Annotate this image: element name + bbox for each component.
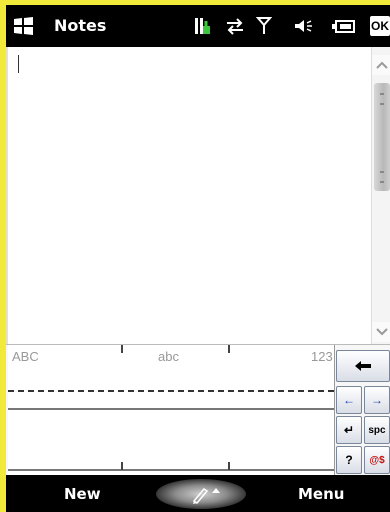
arrow-left-icon: ← [343,393,355,407]
help-key-label: ? [345,453,353,467]
vertical-scrollbar[interactable] [371,47,390,344]
cursor-right-key[interactable]: → [364,386,390,414]
enter-icon: ↵ [343,423,355,437]
baseline-upper [8,408,334,410]
writing-guide-line [8,390,334,392]
help-key[interactable]: ? [336,446,362,474]
backspace-icon [355,361,371,371]
zone-divider [228,462,230,470]
enter-key[interactable]: ↵ [336,416,362,444]
arrow-right-icon: → [371,393,383,407]
space-key-label: spc [368,424,386,436]
thumb-grip-top [380,93,384,105]
scroll-up-button[interactable] [372,55,390,75]
pen-input-icon [192,488,220,504]
zone-label-upper: ABC [12,349,39,364]
data-sync-icon[interactable] [224,15,246,37]
symbols-key-label: @$ [369,454,385,466]
note-editor[interactable] [6,47,390,344]
signal-icon[interactable] [255,15,273,37]
softkey-bar: New Menu [6,475,390,512]
ok-button[interactable]: OK [370,16,390,36]
input-panel: ABC abc 123 ← → ↵ spc ? @$ [6,344,390,476]
handwriting-area[interactable]: ABC abc 123 [8,345,335,476]
scroll-thumb[interactable] [374,83,390,191]
battery-icon[interactable] [331,15,357,37]
zone-label-numbers: 123 [311,349,333,364]
chevron-down-icon [376,328,388,336]
baseline-lower [8,469,334,471]
zone-label-lower: abc [158,349,179,364]
input-panel-toggle[interactable] [156,479,246,509]
zone-divider [121,462,123,470]
cursor-left-key[interactable]: ← [336,386,362,414]
device-screen: Notes OK ABC abc 123 ← → ↵ spc ? @$ New … [6,5,390,512]
chevron-up-icon [376,61,388,69]
windows-start-icon[interactable] [12,15,36,37]
connectivity-icon[interactable] [194,15,212,37]
scroll-down-button[interactable] [372,322,390,342]
volume-icon[interactable] [292,15,314,37]
backspace-key[interactable] [336,350,390,382]
app-title: Notes [54,16,107,35]
zone-divider [228,345,230,353]
title-bar: Notes OK [6,5,390,47]
space-key[interactable]: spc [364,416,390,444]
symbols-key[interactable]: @$ [364,446,390,474]
thumb-grip-bottom [380,171,384,183]
zone-divider [121,345,123,353]
new-softkey[interactable]: New [64,485,101,503]
text-caret [18,55,19,73]
menu-softkey[interactable]: Menu [298,485,344,503]
